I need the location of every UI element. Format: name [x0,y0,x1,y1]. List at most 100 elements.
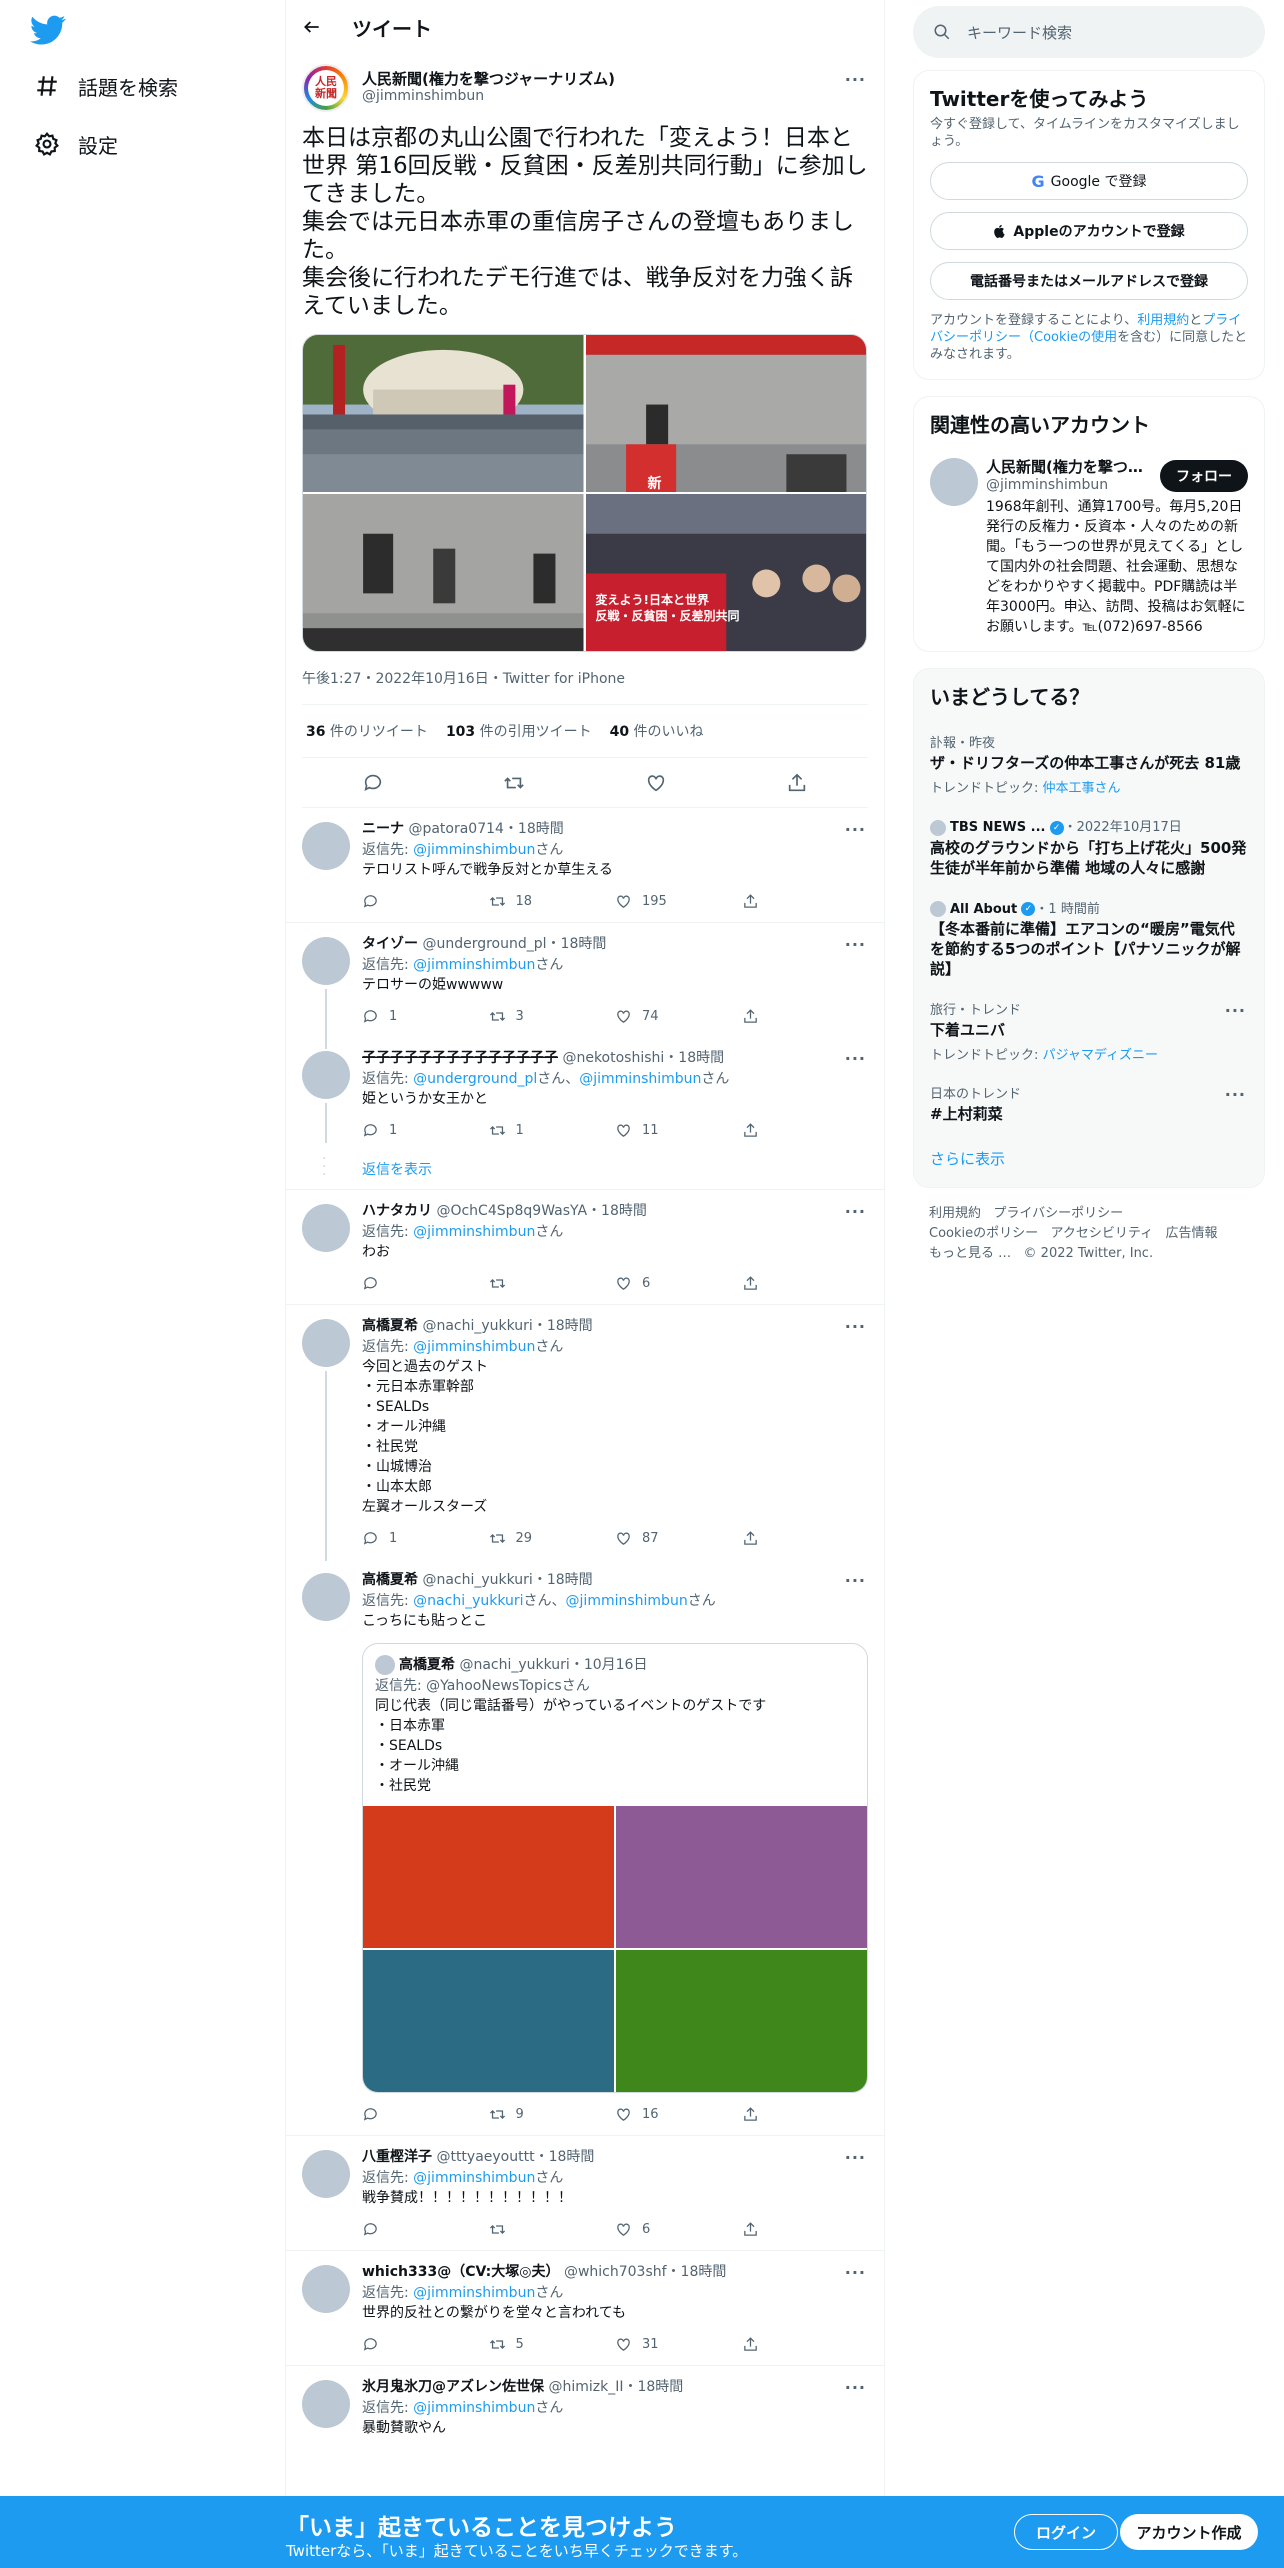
quote-image[interactable] [616,1806,867,1948]
reply-author-name[interactable]: ハナタカリ [362,1203,432,1219]
reply-author-name[interactable]: 八重樫洋子 [362,2149,432,2165]
reply-to-link[interactable]: @jimminshimbun [413,1339,535,1355]
reply-tweet[interactable]: ··· ハナタカリ @OchC4Sp8q9WasYA・18時間 返信先: @ji… [286,1190,884,1305]
retweet-icon[interactable] [503,772,525,794]
show-replies-link[interactable]: · · · 返信を表示 [286,1151,884,1190]
share-button[interactable] [742,1122,869,1139]
footer-link-terms[interactable]: 利用規約 [929,1206,981,1221]
reply-tweet[interactable]: ··· 氷月鬼氷刀@アズレン佐世保 @himizk_II・18時間 返信先: @… [286,2366,884,2448]
photo-park-stage[interactable] [303,335,584,492]
like-button[interactable]: 74 [615,1008,742,1025]
like-button[interactable]: 6 [615,1275,742,1292]
reply-author-name[interactable]: 子子子子子子子子子子子子子子 [362,1050,558,1066]
reply-tweet[interactable]: ··· 高橋夏希 @nachi_yukkuri・18時間 返信先: @nachi… [286,1559,884,2136]
reply-time[interactable]: ・18時間 [667,2264,727,2280]
reply-tweet[interactable]: ··· 高橋夏希 @nachi_yukkuri・18時間 返信先: @jimmi… [286,1305,884,1561]
reply-button[interactable] [362,2336,489,2353]
reply-button[interactable] [362,2106,489,2123]
trend-item[interactable]: 訃報・昨夜 ザ・ドリフターズの仲本工事さんが死去 81歳 トレンドトピック: 仲… [914,722,1264,806]
avatar[interactable] [930,458,978,506]
footer-link-privacy[interactable]: プライバシーポリシー [993,1206,1123,1221]
avatar[interactable] [302,822,350,870]
like-button[interactable]: 11 [615,1122,742,1139]
trend-item[interactable]: ··· 旅行・トレンド 下着ユニバ トレンドトピック: パジャマディズニー [914,989,1264,1073]
author-name[interactable]: 人民新聞(権力を撃つジャーナリズム) [362,68,615,89]
avatar[interactable] [302,2380,350,2428]
more-icon[interactable]: ··· [845,2148,866,2167]
retweet-count[interactable]: 36 件のリツイート [306,721,428,741]
trend-topic-link[interactable]: 仲本工事さん [1043,781,1121,796]
google-signup-button[interactable]: G Google で登録 [930,162,1248,200]
footer-more-link[interactable]: もっと見る … [929,1246,1011,1261]
like-button[interactable]: 195 [615,893,742,910]
reply-button[interactable]: 1 [362,1122,489,1139]
phone-signup-button[interactable]: 電話番号またはメールアドレスで登録 [930,262,1248,300]
reply-author-name[interactable]: 氷月鬼氷刀@アズレン佐世保 [362,2379,544,2395]
reply-to-link[interactable]: @jimminshimbun [413,1224,535,1240]
retweet-button[interactable]: 3 [489,1008,616,1025]
reply-time[interactable]: ・18時間 [587,1203,647,1219]
share-button[interactable] [742,2106,869,2123]
more-icon[interactable]: ··· [845,1202,866,1221]
footer-link-cookie[interactable]: Cookieのポリシー [929,1226,1038,1241]
reply-author-handle[interactable]: @OchC4Sp8q9WasYA [436,1203,587,1219]
related-account[interactable]: 人民新聞(権力を撃つ… @jimminshimbun フォロー 1968年創刊、… [914,450,1264,637]
author-handle[interactable]: @jimminshimbun [362,88,484,104]
back-arrow-icon[interactable] [302,17,322,37]
reply-author-handle[interactable]: @which703shf [564,2264,667,2280]
share-button[interactable] [742,2336,869,2353]
reply-to-link[interactable]: @jimminshimbun [413,2170,535,2186]
reply-button[interactable] [362,1275,489,1292]
reply-to-link[interactable]: @jimminshimbun [413,957,535,973]
reply-button[interactable]: 1 [362,1530,489,1547]
author-avatar[interactable]: 人民 新聞 [302,64,350,112]
reply-tweet[interactable]: ··· 八重樫洋子 @tttyaeyouttt・18時間 返信先: @jimmi… [286,2136,884,2251]
retweet-button[interactable]: 9 [489,2106,616,2123]
reply-to-link[interactable]: @jimminshimbun [413,2285,535,2301]
reply-time[interactable]: ・18時間 [664,1050,724,1066]
retweet-button[interactable]: 5 [489,2336,616,2353]
avatar[interactable] [302,1573,350,1621]
footer-link-accessibility[interactable]: アクセシビリティ [1051,1226,1154,1241]
quote-image[interactable] [363,1806,614,1948]
retweet-button[interactable] [489,2221,616,2238]
quote-image[interactable] [363,1950,614,2092]
like-button[interactable]: 87 [615,1530,742,1547]
login-button[interactable]: ログイン [1014,2514,1118,2550]
more-icon[interactable]: ··· [1225,1085,1246,1104]
more-icon[interactable]: ··· [845,2378,866,2397]
avatar[interactable] [302,937,350,985]
retweet-button[interactable]: 18 [489,893,616,910]
avatar[interactable] [302,2150,350,2198]
reply-author-handle[interactable]: @tttyaeyouttt [436,2149,534,2165]
trend-topic-link[interactable]: パジャマディズニー [1043,1048,1158,1063]
avatar[interactable] [302,1204,350,1252]
like-button[interactable]: 6 [615,2221,742,2238]
reply-to-link[interactable]: @underground_pl [413,1071,537,1087]
share-button[interactable] [742,1530,869,1547]
nav-explore[interactable]: 話題を検索 [34,66,178,106]
footer-link-ads[interactable]: 広告情報 [1166,1226,1218,1241]
nav-settings[interactable]: 設定 [34,124,118,164]
reply-tweet[interactable]: ··· タイゾー @underground_pl・18時間 返信先: @jimm… [286,923,884,1049]
search-input[interactable]: キーワード検索 [913,6,1265,58]
reply-time[interactable]: ・18時間 [504,821,564,837]
reply-author-name[interactable]: 高橋夏希 [362,1318,418,1334]
photo-demo-march[interactable]: 変えよう!日本と世界 反戦・反貧困・反差別共同 [585,494,866,651]
retweet-button[interactable]: 29 [489,1530,616,1547]
reply-author-name[interactable]: which333@（CV:大塚◎夫） [362,2264,559,2280]
reply-button[interactable] [362,2221,489,2238]
share-button[interactable] [742,2221,869,2238]
reply-time[interactable]: ・18時間 [533,1318,593,1334]
twitter-logo-icon[interactable] [30,12,66,48]
reply-author-handle[interactable]: @nachi_yukkuri [422,1572,532,1588]
reply-author-name[interactable]: 高橋夏希 [362,1572,418,1588]
reply-author-name[interactable]: タイゾー [362,936,418,952]
reply-icon[interactable] [362,772,384,794]
terms-link[interactable]: 利用規約 [1137,313,1189,328]
apple-signup-button[interactable]: Appleのアカウントで登録 [930,212,1248,250]
share-icon[interactable] [786,772,808,794]
like-button[interactable]: 16 [615,2106,742,2123]
reply-to-link[interactable]: @jimminshimbun [413,842,535,858]
reply-tweet[interactable]: ··· 子子子子子子子子子子子子子子 @nekotoshishi・18時間 返信… [286,1037,884,1151]
